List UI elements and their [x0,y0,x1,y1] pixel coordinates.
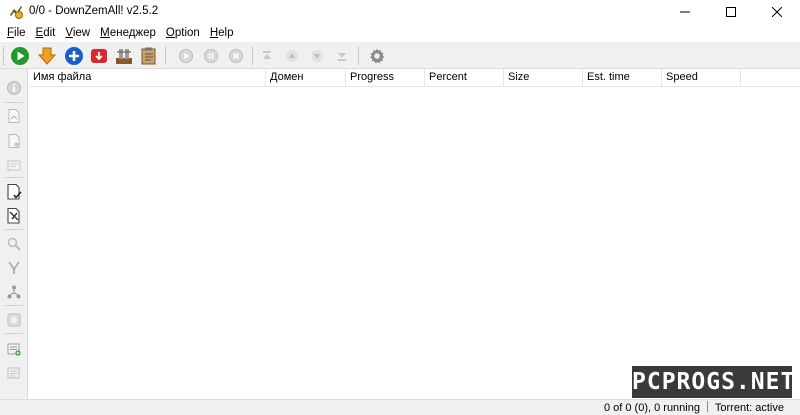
move-bottom-button[interactable] [331,45,353,67]
status-bar: 0 of 0 (0), 0 running Torrent: active [0,399,800,415]
add-icon [65,47,83,65]
select-all-icon [7,207,20,224]
resume-button[interactable] [175,45,197,67]
sidebar [0,69,28,399]
maximize-button[interactable] [708,0,754,24]
move-bottom-icon [338,53,346,61]
cancel-button[interactable] [225,45,247,67]
filter-icon [8,261,20,274]
cancel-icon [229,49,243,63]
add-button[interactable] [63,45,85,67]
stop-button[interactable] [88,45,110,67]
sidebar-separator [5,305,23,306]
start-all-icon [11,47,29,65]
minimize-button[interactable] [662,0,708,24]
sidebar-separator [5,102,23,103]
download-button[interactable] [36,45,58,67]
column-header-progress[interactable]: Progress [346,69,425,87]
info-icon [7,81,21,95]
download-list[interactable]: Имя файла Домен Progress Percent Size Es… [29,69,800,399]
sidebar-separator [5,229,23,230]
network-button[interactable] [4,282,24,302]
settings-icon [370,48,385,64]
menu-file[interactable]: File [2,24,31,42]
move-up-icon [286,50,298,62]
menu-manager[interactable]: Менеджер [95,24,161,42]
resume-icon [179,49,193,63]
search-button[interactable] [4,234,24,254]
close-button[interactable] [754,0,800,24]
clipboard-button[interactable] [138,45,160,67]
move-top-icon [263,51,271,59]
pause-button[interactable] [200,45,222,67]
app-logo-icon [8,4,24,20]
select-completed-icon [7,183,22,200]
toolbar-separator [165,46,166,65]
minimize-icon [680,11,690,13]
move-top-button[interactable] [256,45,278,67]
column-header-domain[interactable]: Домен [266,69,346,87]
watermark: PCPROGS.NET [632,366,794,398]
settings-button[interactable] [366,45,388,67]
properties-button[interactable] [4,155,24,175]
move-down-icon [311,50,323,62]
menu-view[interactable]: View [60,24,95,42]
menu-option[interactable]: Option [161,24,205,42]
batch-icon [116,49,132,64]
add-batch-button[interactable] [4,339,24,359]
filter-button[interactable] [4,258,24,278]
pause-icon [204,49,218,63]
open-file-icon [8,109,20,123]
open-file-button[interactable] [4,106,24,126]
batch-button[interactable] [113,45,135,67]
maximize-icon [726,7,736,17]
menu-help[interactable]: Help [205,24,239,42]
add-batch-icon [7,343,21,356]
status-divider [707,401,709,412]
menu-edit[interactable]: Edit [31,24,61,42]
title-bar: 0/0 - DownZemAll! v2.5.2 [0,0,800,24]
column-header-filename[interactable]: Имя файла [29,69,266,87]
start-all-button[interactable] [9,45,31,67]
list-header: Имя файла Домен Progress Percent Size Es… [29,69,800,87]
toolbar-separator [358,46,359,65]
select-all-button[interactable] [4,206,24,226]
column-header-size[interactable]: Size [504,69,583,87]
stop-icon [91,49,107,63]
status-text: 0 of 0 (0), 0 running Torrent: active [604,401,784,415]
remove-button[interactable] [4,363,24,383]
clipboard-icon [141,47,156,65]
column-header-percent[interactable]: Percent [425,69,504,87]
status-torrent: Torrent: active [714,402,784,414]
status-downloads: 0 of 0 (0), 0 running [603,402,700,414]
move-down-button[interactable] [306,45,328,67]
properties-icon [7,160,21,171]
scheduler-button[interactable] [4,310,24,330]
toolbar-grip[interactable] [3,46,6,65]
open-folder-button[interactable] [4,131,24,151]
column-header-est-time[interactable]: Est. time [583,69,662,87]
window-title: 0/0 - DownZemAll! v2.5.2 [29,5,159,17]
info-button[interactable] [4,78,24,98]
download-icon [37,47,57,65]
scheduler-icon [7,313,21,327]
sidebar-separator [5,177,23,178]
close-icon [772,7,782,17]
network-icon [7,285,21,299]
toolbar-separator [252,46,253,65]
select-completed-button[interactable] [4,182,24,202]
toolbar [0,42,800,69]
column-header-speed[interactable]: Speed [662,69,741,87]
remove-icon [7,367,20,379]
sidebar-separator [5,333,23,334]
search-icon [7,237,21,251]
open-folder-icon [8,134,20,148]
move-up-button[interactable] [281,45,303,67]
menu-bar: File Edit View Менеджер Option Help [0,24,800,42]
